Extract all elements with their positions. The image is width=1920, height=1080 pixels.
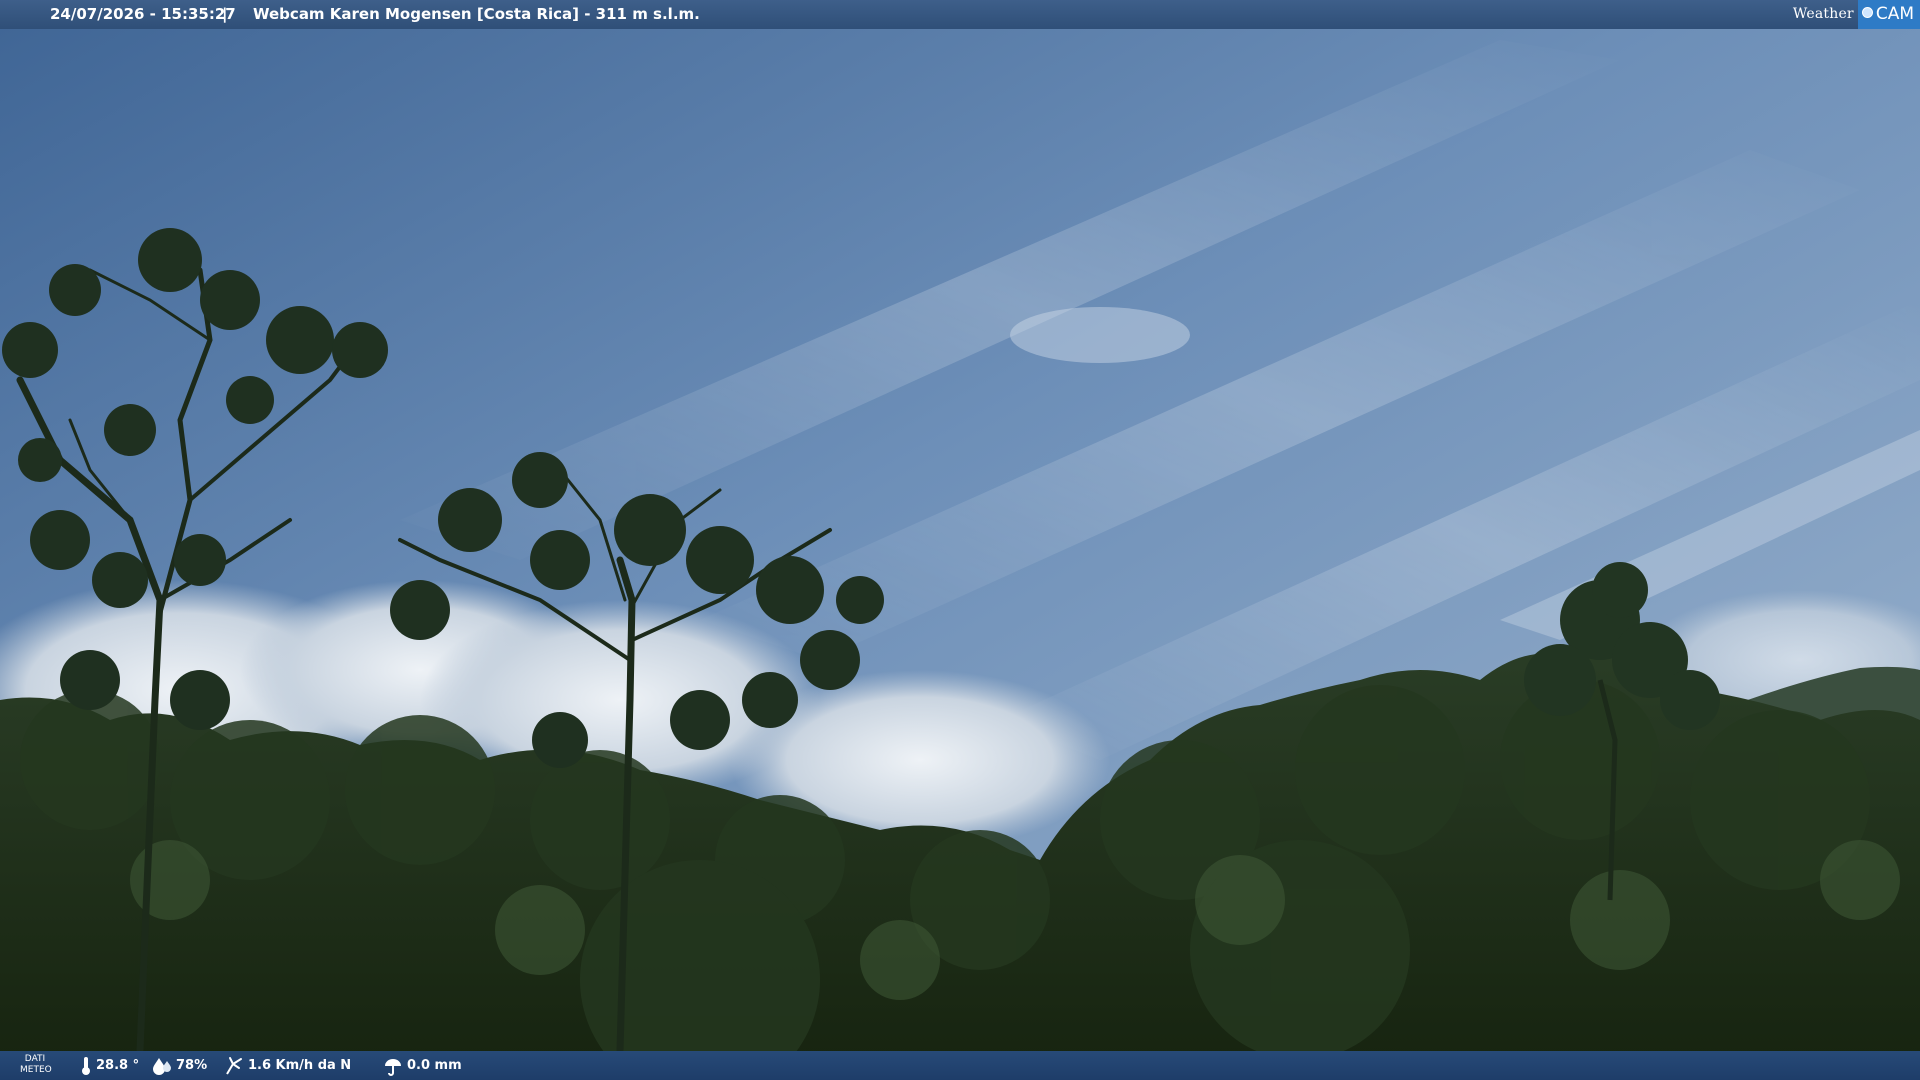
temperature-value: 28.8 ° — [96, 1058, 140, 1073]
weather-label-line2: METEO — [20, 1065, 52, 1075]
logo-cam-text: CAM — [1875, 4, 1914, 24]
wind-value: 1.6 Km/h da N — [248, 1058, 352, 1073]
humidity-readout: 78% — [152, 1051, 207, 1080]
wind-readout: 1.6 Km/h da N — [224, 1051, 351, 1080]
weather-label-line1: DATI — [24, 1054, 46, 1064]
rain-icon — [385, 1058, 401, 1076]
humidity-value: 78% — [176, 1058, 208, 1073]
top-bar: 24/07/2026 - 15:35:27 | Webcam Karen Mog… — [0, 0, 1920, 29]
temperature-readout: 28.8 ° — [80, 1051, 139, 1080]
thermometer-icon — [82, 1056, 90, 1075]
header-separator: | — [222, 5, 228, 23]
weathercam-logo[interactable]: Weather CAM — [1787, 0, 1920, 29]
humidity-icon — [153, 1057, 171, 1075]
timestamp: 24/07/2026 - 15:35:27 — [50, 5, 236, 23]
rain-readout: 0.0 mm — [383, 1051, 462, 1080]
weather-bar: DATI METEO 28.8 ° 78% 1.6 Km/h da N 0.0 … — [0, 1051, 1920, 1080]
logo-cam-badge: CAM — [1857, 0, 1920, 29]
rain-value: 0.0 mm — [407, 1058, 462, 1073]
logo-dot-icon — [1861, 7, 1873, 18]
wind-icon — [226, 1056, 242, 1075]
webcam-image — [0, 0, 1920, 1080]
logo-weather-text: Weather — [1792, 6, 1854, 22]
webcam-title: Webcam Karen Mogensen [Costa Rica] - 311… — [253, 5, 700, 23]
weather-label: DATI METEO — [20, 1054, 52, 1076]
